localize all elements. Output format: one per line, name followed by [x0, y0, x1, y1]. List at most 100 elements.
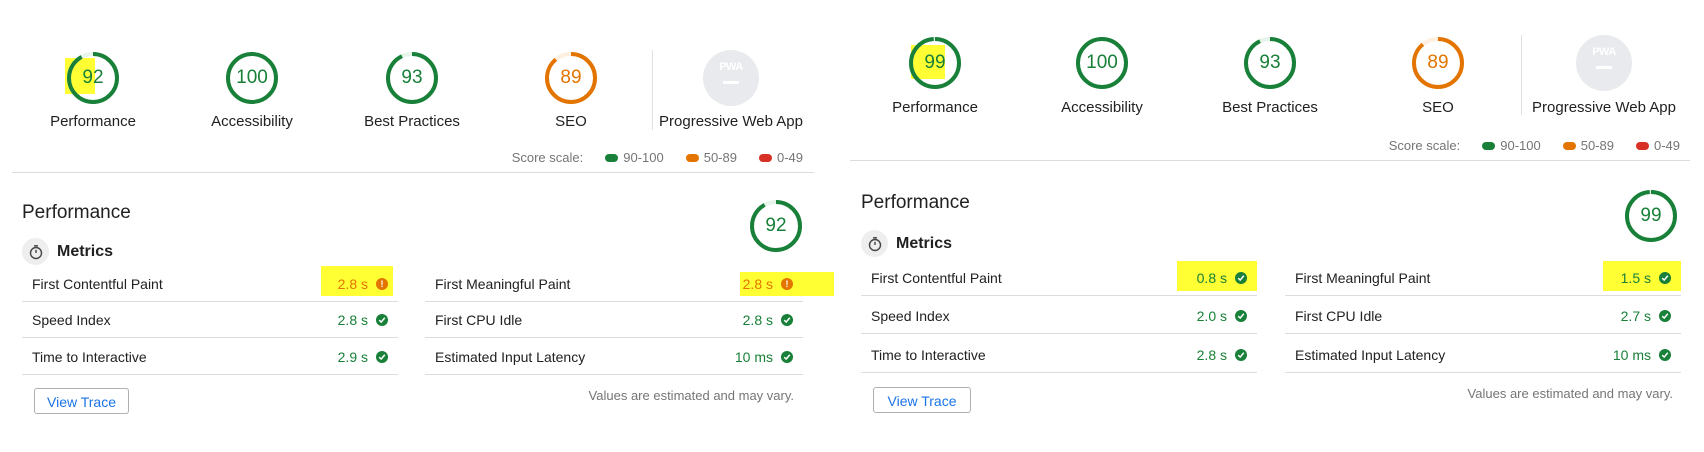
metric-value-text: 2.8 s: [742, 276, 773, 292]
pwa-badge-icon[interactable]: PWA: [703, 50, 759, 106]
metrics-title: Metrics: [57, 242, 114, 260]
scale-range-fail: 0-49: [776, 150, 803, 165]
metric-row: First Meaningful Paint 1.5 s: [1285, 261, 1681, 296]
pwa-badge-text: PWA: [719, 61, 743, 73]
gauge-performance[interactable]: 99: [907, 35, 963, 91]
score-scale: Score scale: 90-100 50-89 0-49: [512, 150, 803, 165]
check-circle-icon: [781, 314, 793, 326]
pass-legend-icon: [1482, 141, 1496, 150]
report-before: 92 Performance 100 Accessibility 93 Best…: [0, 0, 834, 452]
gauge-seo[interactable]: 89: [1410, 35, 1466, 91]
stopwatch-icon: [861, 230, 888, 257]
check-circle-icon: [1235, 272, 1247, 284]
metric-row: Estimated Input Latency 10 ms: [1285, 338, 1681, 373]
metric-value-text: 2.8 s: [1196, 347, 1227, 363]
metric-row: First Contentful Paint 0.8 s: [861, 261, 1257, 296]
estimate-note: Values are estimated and may vary.: [588, 388, 794, 403]
metric-value: 2.8 s !: [338, 267, 388, 301]
performance-score-gauge[interactable]: 99: [1623, 188, 1679, 244]
metric-value-text: 2.0 s: [1196, 308, 1227, 324]
pwa-badge-icon[interactable]: PWA: [1576, 35, 1632, 91]
view-trace-button[interactable]: View Trace: [873, 387, 971, 413]
gauge-score: 93: [401, 67, 423, 88]
score-scale-label: Score scale:: [511, 150, 584, 165]
metric-value-text: 2.8 s: [742, 312, 773, 328]
category-label-best-practices: Best Practices: [364, 113, 460, 130]
metric-value-text: 10 ms: [1612, 347, 1651, 363]
category-label-seo: SEO: [555, 113, 587, 130]
gauge-accessibility[interactable]: 100: [1074, 35, 1130, 91]
metric-value: 2.0 s: [1197, 299, 1247, 333]
metric-value-text: 2.8 s: [337, 276, 368, 292]
performance-score-gauge[interactable]: 92: [748, 198, 804, 254]
gauge-score: 92: [82, 67, 104, 88]
metric-value-text: 0.8 s: [1196, 270, 1227, 286]
average-legend-icon: [1562, 141, 1576, 150]
metric-value: 2.8 s !: [743, 267, 793, 301]
metric-value: 2.8 s: [1197, 338, 1247, 372]
gauge-score: 100: [1086, 52, 1118, 73]
metrics-heading: Metrics: [861, 230, 952, 257]
metrics-title: Metrics: [896, 234, 953, 252]
metric-value: 2.8 s: [743, 303, 793, 337]
metric-value: 10 ms: [735, 340, 793, 374]
gauge-score: 89: [560, 67, 582, 88]
metric-value: 2.8 s: [338, 303, 388, 337]
check-circle-icon: [1235, 310, 1247, 322]
gauge-score: 100: [236, 67, 268, 88]
gauge-seo[interactable]: 89: [543, 50, 599, 106]
category-label-pwa: Progressive Web App: [1532, 99, 1676, 116]
report-after: 99 Performance 100 Accessibility 93 Best…: [848, 0, 1704, 452]
warning-circle-icon: !: [376, 278, 388, 290]
check-circle-icon: [1659, 310, 1671, 322]
metric-label: Speed Index: [871, 308, 950, 324]
check-circle-icon: [376, 351, 388, 363]
gauge-performance[interactable]: 92: [65, 50, 121, 106]
scale-range-pass: 90-100: [623, 150, 664, 165]
metric-label: First CPU Idle: [1295, 308, 1383, 324]
gauge-score: 99: [1640, 205, 1662, 226]
metric-value: 1.5 s: [1621, 261, 1671, 295]
pass-legend-icon: [605, 153, 619, 162]
scale-range-fail: 0-49: [1653, 138, 1680, 153]
scale-range-average: 50-89: [1580, 138, 1614, 153]
check-circle-icon: [781, 351, 793, 363]
category-label-accessibility: Accessibility: [211, 113, 293, 130]
view-trace-button[interactable]: View Trace: [34, 388, 129, 414]
stopwatch-icon: [22, 238, 49, 265]
metric-value: 0.8 s: [1197, 261, 1247, 295]
gauge-score: 89: [1427, 52, 1449, 73]
gauge-best-practices[interactable]: 93: [384, 50, 440, 106]
category-label-best-practices: Best Practices: [1222, 99, 1318, 116]
header-separator: [850, 160, 1690, 161]
fail-legend-icon: [1635, 141, 1649, 150]
category-label-seo: SEO: [1422, 99, 1454, 116]
metric-row: Estimated Input Latency 10 ms: [425, 340, 803, 375]
category-label-accessibility: Accessibility: [1061, 99, 1143, 116]
check-circle-icon: [1235, 349, 1247, 361]
metric-value-text: 1.5 s: [1620, 270, 1651, 286]
metric-label: Speed Index: [32, 312, 111, 328]
metric-row: First CPU Idle 2.7 s: [1285, 299, 1681, 334]
metric-value-text: 2.8 s: [337, 312, 368, 328]
gauge-accessibility[interactable]: 100: [224, 50, 280, 106]
gauge-best-practices[interactable]: 93: [1242, 35, 1298, 91]
metric-label: First Meaningful Paint: [435, 276, 571, 292]
section-title-performance: Performance: [861, 192, 970, 213]
pwa-badge-text: PWA: [1592, 46, 1616, 58]
metric-label: Estimated Input Latency: [435, 349, 586, 365]
check-circle-icon: [1659, 272, 1671, 284]
average-legend-icon: [685, 153, 699, 162]
metric-label: First Meaningful Paint: [1295, 270, 1431, 286]
metric-label: First Contentful Paint: [871, 270, 1002, 286]
score-scale-label: Score scale:: [1388, 138, 1461, 153]
metric-row: First CPU Idle 2.8 s: [425, 303, 803, 338]
fail-legend-icon: [758, 153, 772, 162]
metric-row: Time to Interactive 2.8 s: [861, 338, 1257, 373]
metric-label: Time to Interactive: [32, 349, 147, 365]
metric-value: 2.7 s: [1621, 299, 1671, 333]
metric-value: 10 ms: [1613, 338, 1671, 372]
metric-value: 2.9 s: [338, 340, 388, 374]
check-circle-icon: [376, 314, 388, 326]
warning-circle-icon: !: [781, 278, 793, 290]
